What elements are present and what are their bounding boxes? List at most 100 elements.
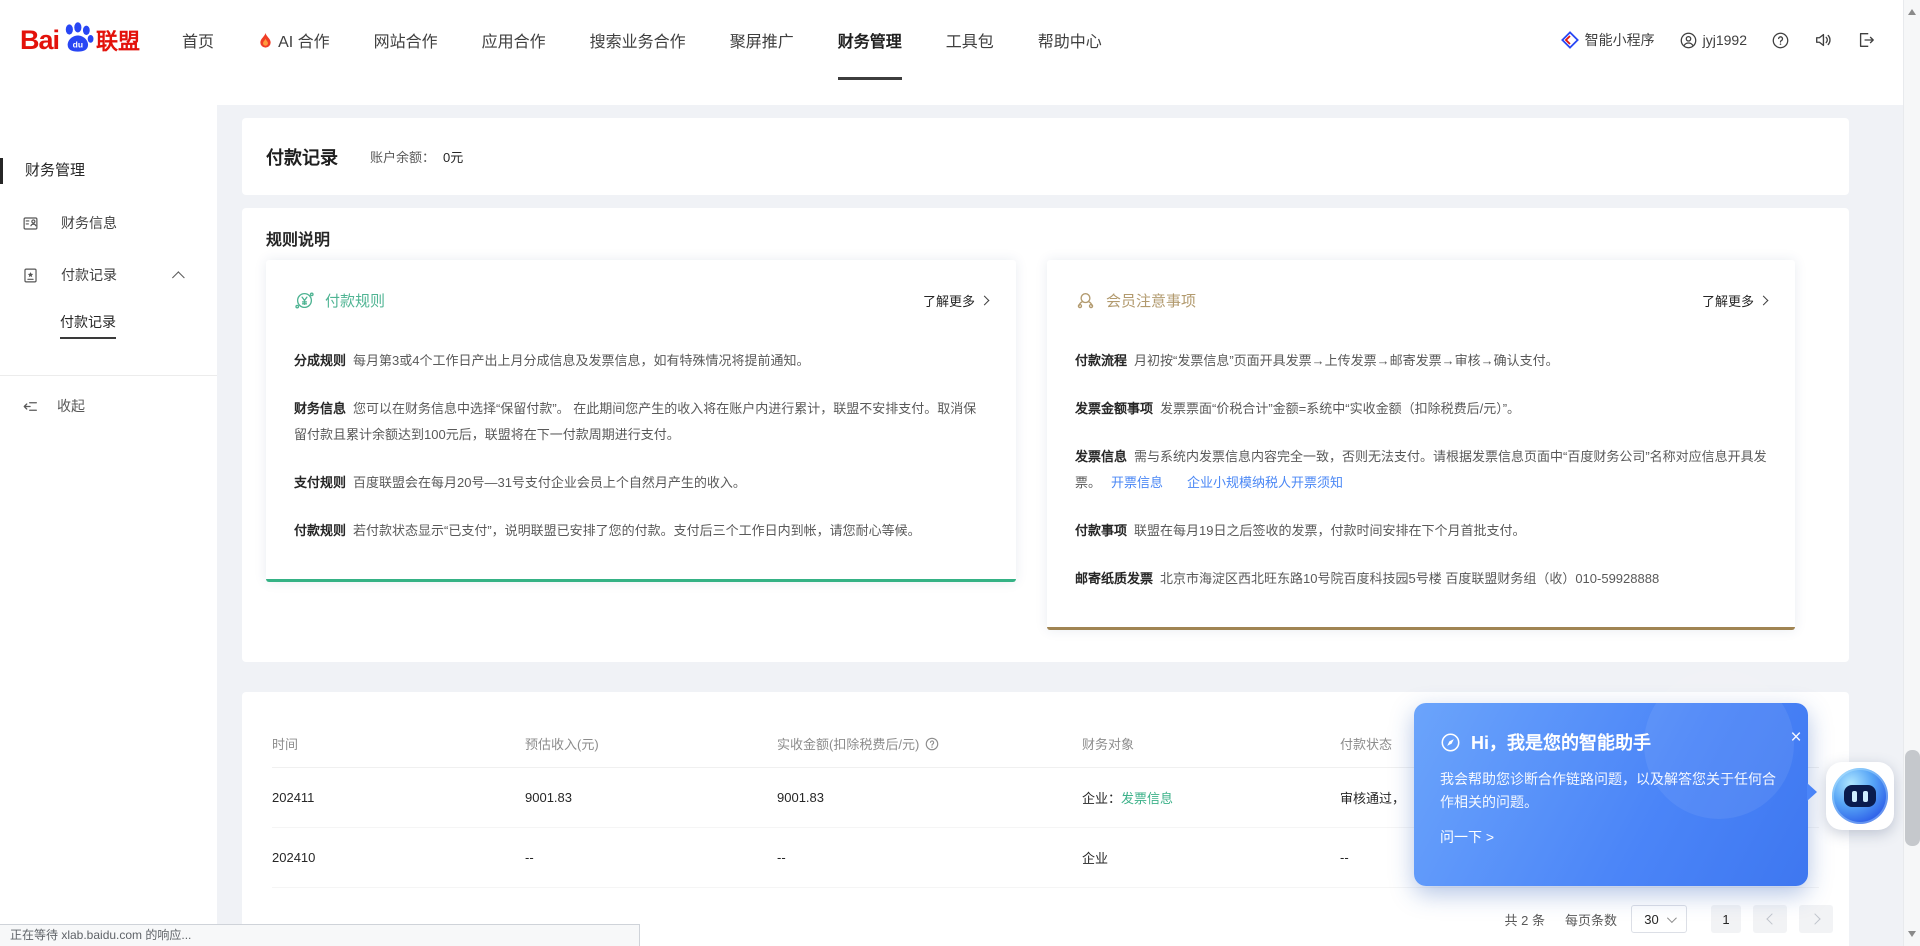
col-header-finance-entity: 财务对象: [1082, 734, 1340, 753]
chevron-up-icon: [172, 271, 185, 284]
col-header-time: 时间: [272, 734, 525, 753]
page-title: 付款记录: [266, 144, 338, 170]
rule-paragraph: 财务信息您可以在财务信息中选择“保留付款”。 在此期间您产生的收入将在账户内进行…: [294, 396, 988, 448]
chevron-down-icon: [1667, 913, 1677, 923]
nav-item-screen-promotion[interactable]: 聚屏推广: [730, 0, 794, 80]
nav-item-finance-management[interactable]: 财务管理: [838, 0, 902, 80]
next-page-button[interactable]: [1799, 905, 1833, 933]
rule-paragraph: 付款事项联盟在每月19日之后签收的发票，付款时间安排在下个月首批支付。: [1075, 518, 1767, 544]
payment-rules-title: 付款规则: [325, 290, 385, 311]
scroll-down-arrow-icon[interactable]: [1908, 931, 1916, 941]
nav-item-toolkit[interactable]: 工具包: [946, 0, 994, 80]
compass-icon: [1440, 732, 1461, 753]
mini-program-diamond-icon: [1561, 31, 1579, 49]
payment-records-icon: [22, 267, 39, 284]
cell-estimated: 9001.83: [525, 790, 777, 805]
cell-estimated: --: [525, 850, 777, 865]
cell-received: 9001.83: [777, 790, 1082, 805]
rule-paragraph: 付款规则若付款状态显示“已支付”，说明联盟已安排了您的付款。支付后三个工作日内到…: [294, 518, 988, 544]
sidebar-item-finance-info[interactable]: 财务信息: [0, 210, 217, 236]
page-number-button[interactable]: 1: [1711, 905, 1741, 933]
assistant-message: 我会帮助您诊断合作链路问题，以及解答您关于任何合作相关的问题。: [1440, 768, 1776, 814]
rule-paragraph: 发票信息需与系统内发票信息内容完全一致，否则无法支付。请根据发票信息页面中“百度…: [1075, 444, 1767, 496]
robot-avatar-icon: [1832, 768, 1888, 824]
logout-icon[interactable]: [1857, 31, 1875, 49]
main-navigation: 首页 AI 合作 网站合作 应用合作 搜索业务合作 聚屏推广 财务管理 工具包: [182, 0, 1102, 80]
user-account[interactable]: jyj1992: [1680, 32, 1747, 49]
payment-records-header-card: 付款记录 账户余额： 0元: [242, 118, 1849, 195]
payment-rules-card: 付款规则 了解更多 分成规则每月第3或4个工作日产出上月分成信息及发票信息，如有…: [266, 260, 1016, 582]
member-notes-more-link[interactable]: 了解更多: [1702, 291, 1767, 310]
sidebar-item-payment-records[interactable]: 付款记录: [0, 262, 217, 288]
app-root: Bai du 联盟 首页: [0, 0, 1920, 946]
members-cluster-icon: [1075, 290, 1096, 311]
rule-paragraph: 分成规则每月第3或4个工作日产出上月分成信息及发票信息，如有特殊情况将提前通知。: [294, 348, 988, 374]
svg-text:du: du: [73, 39, 83, 49]
invoice-info-table-link[interactable]: 发票信息: [1121, 791, 1173, 806]
payment-rules-more-link[interactable]: 了解更多: [923, 291, 988, 310]
balance-value: 0元: [443, 147, 463, 166]
nav-item-ai-cooperation[interactable]: AI 合作: [258, 0, 330, 80]
chevron-right-icon: [980, 296, 990, 306]
smart-mini-program-entry[interactable]: 智能小程序: [1561, 30, 1655, 50]
baidu-union-logo[interactable]: Bai du 联盟: [20, 0, 140, 80]
page-size-select[interactable]: 30: [1631, 905, 1687, 933]
nav-item-home[interactable]: 首页: [182, 0, 214, 80]
topbar-right-area: 智能小程序 jyj1992: [1561, 0, 1875, 80]
logo-text-union: 联盟: [96, 24, 140, 56]
cell-entity: 企业：发票信息: [1082, 788, 1340, 807]
cell-received: --: [777, 850, 1082, 865]
smart-assistant-popup: Hi，我是您的智能助手 × 我会帮助您诊断合作链路问题，以及解答您关于任何合作相…: [1414, 703, 1808, 886]
small-taxpayer-invoice-link[interactable]: 企业小规模纳税人开票须知: [1187, 475, 1343, 490]
collapse-arrow-icon: [22, 399, 39, 414]
assistant-title: Hi，我是您的智能助手: [1471, 729, 1651, 755]
logo-text-bai: Bai: [20, 25, 59, 56]
invoice-info-link[interactable]: 开票信息: [1111, 475, 1163, 490]
user-icon: [1680, 32, 1697, 49]
rules-heading: 规则说明: [266, 230, 1825, 252]
browser-status-bubble: 正在等待 xlab.baidu.com 的响应...: [0, 924, 640, 946]
pagination-total: 共 2 条: [1505, 910, 1545, 929]
close-icon[interactable]: ×: [1782, 725, 1810, 753]
sidebar-collapse-button[interactable]: 收起: [0, 393, 217, 419]
assistant-robot-button[interactable]: [1826, 762, 1894, 830]
vertical-scrollbar[interactable]: [1903, 0, 1920, 946]
nav-item-help-center[interactable]: 帮助中心: [1038, 0, 1102, 80]
arrow-right-icon: [1809, 913, 1820, 924]
top-navigation-bar: Bai du 联盟 首页: [0, 0, 1903, 105]
pagination-per-page-label: 每页条数: [1565, 910, 1617, 929]
scrollbar-thumb[interactable]: [1905, 750, 1920, 846]
arrow-left-icon: [1766, 913, 1777, 924]
rules-section-card: 规则说明 付款规则 了解更多: [242, 208, 1849, 662]
nav-item-search-cooperation[interactable]: 搜索业务合作: [590, 0, 686, 80]
help-icon[interactable]: [1772, 32, 1789, 49]
pagination-bar: 共 2 条 每页条数 30 1: [1505, 905, 1833, 933]
finance-info-icon: [22, 215, 39, 232]
sidebar-section-finance-management[interactable]: 财务管理: [0, 158, 217, 184]
flame-icon: [258, 32, 273, 49]
rule-paragraph: 支付规则百度联盟会在每月20号—31号支付企业会员上个自然月产生的收入。: [294, 470, 988, 496]
nav-item-website-cooperation[interactable]: 网站合作: [374, 0, 438, 80]
ask-now-link[interactable]: 问一下 >: [1440, 827, 1494, 847]
previous-page-button[interactable]: [1753, 905, 1787, 933]
member-notes-title: 会员注意事项: [1106, 290, 1196, 311]
rule-paragraph: 邮寄纸质发票北京市海淀区西北旺东路10号院百度科技园5号楼 百度联盟财务组（收）…: [1075, 566, 1767, 592]
rule-paragraph: 付款流程月初按“发票信息”页面开具发票→上传发票→邮寄发票→审核→确认支付。: [1075, 348, 1767, 374]
col-header-received-amount: 实收金额(扣除税费后/元): [777, 734, 1082, 753]
chevron-right-icon: [1759, 296, 1769, 306]
rule-paragraph: 发票金额事项发票票面“价税合计”金额=系统中“实收金额（扣除税费后/元）”。: [1075, 396, 1767, 422]
account-balance: 账户余额： 0元: [370, 147, 463, 166]
scroll-up-arrow-icon[interactable]: [1908, 5, 1916, 15]
sidebar-divider: [0, 375, 217, 376]
announcement-speaker-icon[interactable]: [1814, 31, 1832, 49]
sidebar-subitem-payment-records-active[interactable]: 付款记录: [60, 312, 116, 339]
member-notes-card: 会员注意事项 了解更多 付款流程月初按“发票信息”页面开具发票→上传发票→邮寄发…: [1047, 260, 1795, 630]
cell-time: 202411: [272, 790, 525, 805]
nav-item-app-cooperation[interactable]: 应用合作: [482, 0, 546, 80]
cell-entity: 企业: [1082, 848, 1340, 867]
cell-time: 202410: [272, 850, 525, 865]
question-circle-icon[interactable]: [925, 737, 939, 751]
baidu-paw-icon: du: [60, 21, 94, 55]
balance-label: 账户余额：: [370, 147, 435, 166]
col-header-estimated-income: 预估收入(元): [525, 734, 777, 753]
